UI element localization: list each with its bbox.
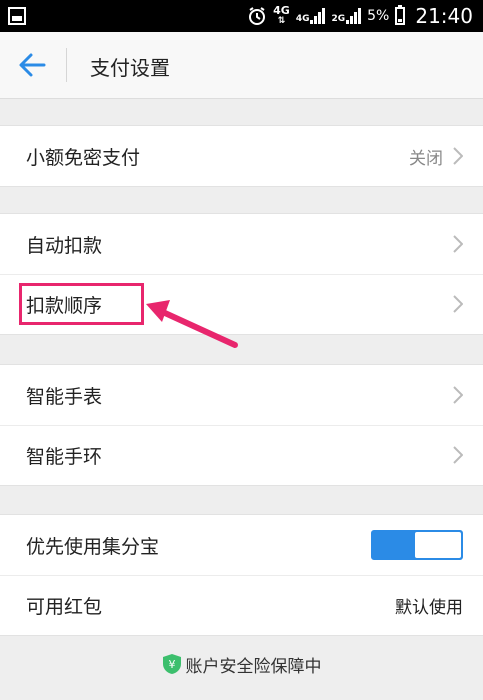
- signal-icon: 4G ⇅: [273, 4, 290, 26]
- status-bar: 4G ⇅ 4G 2G 5% 21:40: [0, 0, 483, 32]
- chevron-right-icon: [453, 386, 463, 404]
- chevron-right-icon: [453, 147, 463, 165]
- title-bar: 支付设置: [0, 32, 483, 99]
- red-packet-label: 可用红包: [26, 595, 103, 618]
- battery-icon: [395, 5, 406, 25]
- smart-watch-row[interactable]: 智能手表: [0, 365, 483, 425]
- smart-watch-label: 智能手表: [26, 385, 103, 408]
- settings-group-small-pay: 小额免密支付 关闭: [0, 125, 483, 187]
- annotation-arrow-icon: [146, 300, 238, 348]
- title-divider: [66, 48, 67, 82]
- network-type-label: 4G: [273, 4, 290, 17]
- small-pay-row[interactable]: 小额免密支付 关闭: [0, 126, 483, 186]
- signal-strength-icon: 4G: [296, 8, 326, 24]
- image-icon: [8, 7, 26, 25]
- auto-deduct-row[interactable]: 自动扣款: [0, 214, 483, 274]
- chevron-right-icon: [453, 295, 463, 313]
- shield-icon: ¥: [162, 654, 181, 674]
- chevron-right-icon: [453, 446, 463, 464]
- jifenbao-label: 优先使用集分宝: [26, 535, 160, 558]
- network-type-label-2: 4G: [295, 14, 310, 24]
- clock: 21:40: [415, 4, 473, 28]
- security-footer-text: 账户安全险保障中: [185, 656, 322, 677]
- small-pay-value: 关闭: [409, 148, 443, 169]
- jifenbao-row: 优先使用集分宝: [0, 515, 483, 575]
- toggle-knob: [415, 532, 461, 558]
- smart-band-row[interactable]: 智能手环: [0, 425, 483, 485]
- page-title: 支付设置: [90, 56, 170, 80]
- alarm-icon: [249, 7, 266, 25]
- settings-group-rewards: 优先使用集分宝 可用红包 默认使用: [0, 514, 483, 636]
- red-packet-value: 默认使用: [395, 597, 463, 618]
- red-packet-row[interactable]: 可用红包 默认使用: [0, 575, 483, 635]
- jifenbao-toggle[interactable]: [371, 530, 463, 560]
- status-icons: 4G ⇅ 4G 2G 5% 21:40: [247, 0, 473, 32]
- settings-group-wearables: 智能手表 智能手环: [0, 364, 483, 486]
- data-activity-icon: ⇅: [277, 16, 286, 26]
- annotation-highlight-box: [19, 283, 144, 325]
- back-arrow-icon[interactable]: [18, 52, 46, 78]
- chevron-right-icon: [453, 235, 463, 253]
- smart-band-label: 智能手环: [26, 445, 103, 468]
- security-footer: ¥ 账户安全险保障中: [0, 648, 483, 680]
- network-type-label-3: 2G: [331, 14, 346, 24]
- shield-glyph: ¥: [168, 658, 175, 671]
- signal-strength-icon-2: 2G: [331, 8, 362, 24]
- battery-percent: 5%: [367, 8, 390, 24]
- small-pay-label: 小额免密支付: [26, 146, 141, 169]
- auto-deduct-label: 自动扣款: [26, 234, 103, 257]
